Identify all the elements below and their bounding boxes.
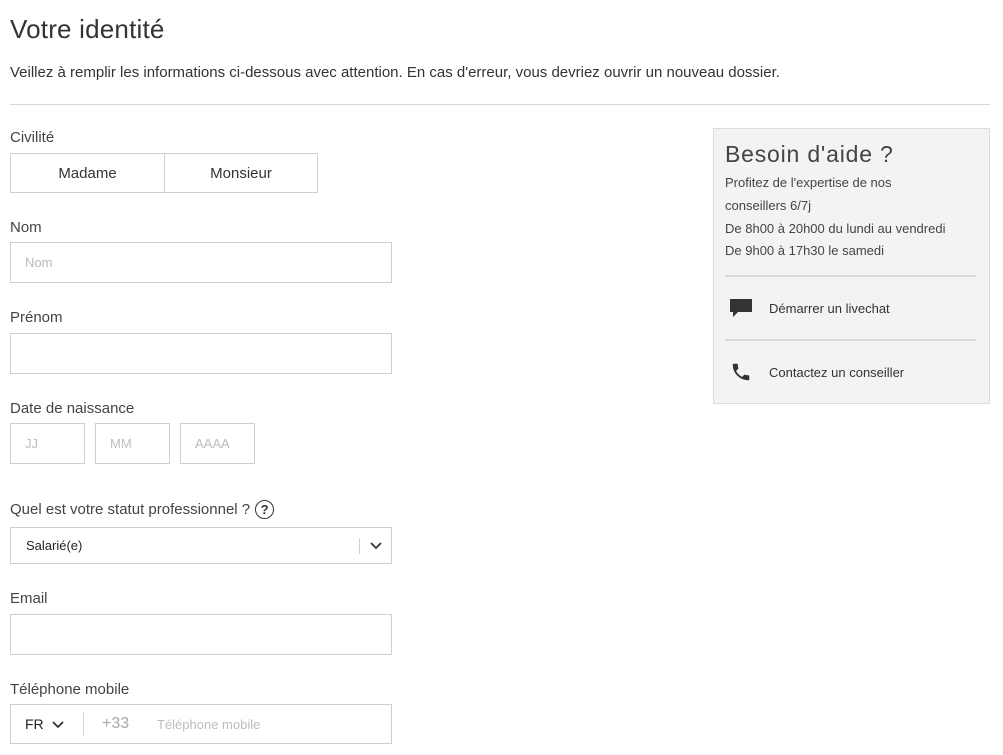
country-code-select[interactable]: FR bbox=[11, 716, 83, 732]
first-name-input[interactable] bbox=[10, 333, 392, 374]
birth-date-label: Date de naissance bbox=[10, 400, 135, 417]
last-name-input[interactable] bbox=[10, 242, 392, 283]
birth-day-input[interactable] bbox=[10, 423, 85, 464]
chat-bubble-icon bbox=[728, 298, 754, 318]
professional-status-select[interactable]: Salarié(e) bbox=[10, 527, 392, 564]
professional-status-value: Salarié(e) bbox=[26, 538, 83, 553]
civility-madame-button[interactable]: Madame bbox=[10, 153, 165, 193]
livechat-button[interactable]: Démarrer un livechat bbox=[728, 293, 978, 323]
chevron-down-icon bbox=[52, 716, 64, 732]
header-divider bbox=[10, 104, 990, 105]
email-input[interactable] bbox=[10, 614, 392, 655]
intro-text: Veillez à remplir les informations ci-de… bbox=[10, 64, 780, 81]
birth-month-input[interactable] bbox=[95, 423, 170, 464]
contact-advisor-label: Contactez un conseiller bbox=[769, 364, 905, 380]
email-label: Email bbox=[10, 590, 48, 607]
phone-icon bbox=[728, 361, 754, 383]
question-circle-icon[interactable]: ? bbox=[255, 500, 275, 519]
mobile-input[interactable] bbox=[144, 705, 391, 743]
professional-status-label-row: Quel est votre statut professionnel ? ? bbox=[10, 500, 275, 519]
page-title: Votre identité bbox=[10, 14, 165, 44]
contact-advisor-button[interactable]: Contactez un conseiller bbox=[728, 357, 978, 387]
chevron-down-icon bbox=[360, 541, 391, 550]
help-hours-weekdays: De 8h00 à 20h00 du lundi au vendredi bbox=[725, 221, 946, 236]
help-divider bbox=[725, 275, 976, 277]
help-panel: Besoin d'aide ? Profitez de l'expertise … bbox=[713, 128, 990, 404]
civility-label: Civilité bbox=[10, 129, 55, 146]
help-text-line: conseillers 6/7j bbox=[725, 198, 811, 213]
help-text-line: Profitez de l'expertise de nos bbox=[725, 175, 892, 190]
first-name-label: Prénom bbox=[10, 309, 63, 326]
last-name-label: Nom bbox=[10, 219, 42, 236]
country-code-value: FR bbox=[25, 716, 44, 732]
mobile-field: FR +33 bbox=[10, 704, 392, 744]
help-hours-saturday: De 9h00 à 17h30 le samedi bbox=[725, 243, 885, 258]
birth-year-input[interactable] bbox=[180, 423, 255, 464]
professional-status-label: Quel est votre statut professionnel ? bbox=[10, 501, 251, 518]
help-divider bbox=[725, 339, 976, 341]
help-title: Besoin d'aide ? bbox=[725, 141, 894, 167]
mobile-label: Téléphone mobile bbox=[10, 681, 130, 698]
livechat-label: Démarrer un livechat bbox=[769, 300, 890, 316]
phone-prefix: +33 bbox=[102, 715, 130, 732]
civility-monsieur-button[interactable]: Monsieur bbox=[164, 153, 318, 193]
